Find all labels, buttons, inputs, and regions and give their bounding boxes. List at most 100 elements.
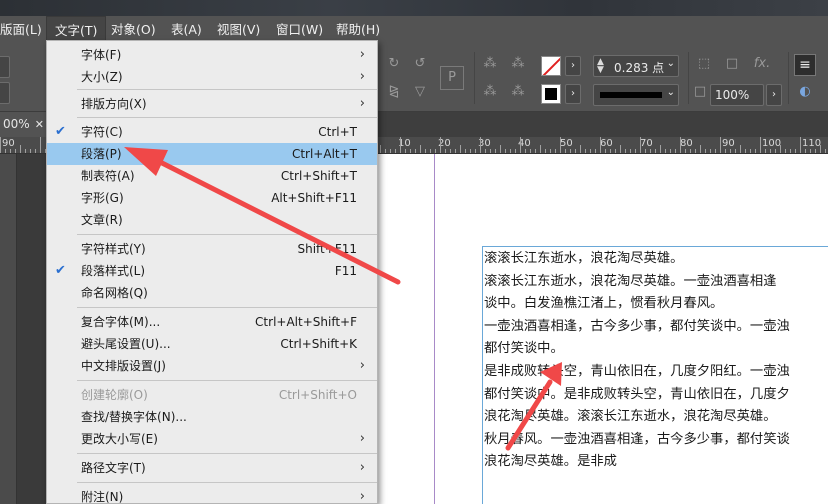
fill-dropdown-button[interactable]: › <box>565 56 581 76</box>
menu-item-shortcut: Ctrl+Shift+T <box>280 169 357 183</box>
text-line: 滚滚长江东逝水，浪花淘尽英雄。一壶浊酒喜相逢 <box>484 273 777 289</box>
type-menu-item[interactable]: 避头尾设置(U)... Ctrl+Shift+K <box>47 333 377 355</box>
stroke-weight-field[interactable]: ▲ ▼ 0.283 点 ⌄ <box>593 55 679 77</box>
ruler-label: 60 <box>600 138 613 149</box>
left-spinner-top[interactable] <box>0 56 10 78</box>
ruler-tick <box>740 145 741 153</box>
select-content-icon[interactable]: ⁂ <box>508 54 528 74</box>
menu-item-label: 复合字体(M)... <box>81 315 161 329</box>
select-next-icon[interactable]: ⁂ <box>508 82 528 102</box>
ruler-tick <box>25 149 26 153</box>
menu-item-shortcut: Ctrl+Alt+Shift+F <box>255 315 357 329</box>
select-prev-icon[interactable]: ⁂ <box>480 82 500 102</box>
frame-fitting-icon[interactable]: ⬚ <box>694 54 714 74</box>
menu-item-label: 字形(G) <box>81 191 124 205</box>
opacity-value: 100% <box>715 88 750 102</box>
chevron-down-icon[interactable]: ⌄ <box>667 58 675 69</box>
menu-item-label: 制表符(A) <box>81 169 135 183</box>
ruler-label: 50 <box>560 138 573 149</box>
type-menu-item[interactable]: 复合字体(M)... Ctrl+Alt+Shift+F <box>47 311 377 333</box>
menu-item-label: 创建轮廓(O) <box>81 388 148 402</box>
type-menu-item[interactable]: 排版方向(X) › <box>47 93 377 115</box>
left-spinner-bottom[interactable] <box>0 82 10 104</box>
fill-swatch-none[interactable] <box>541 56 561 76</box>
type-menu-item[interactable]: 命名网格(Q) <box>47 282 377 304</box>
submenu-chevron-icon: › <box>359 96 365 111</box>
margin-guide <box>434 154 435 504</box>
type-menu-item[interactable]: ✔ 字符(C) Ctrl+T <box>47 121 377 143</box>
ruler-tick <box>750 149 751 153</box>
square-icon[interactable]: □ <box>722 54 742 74</box>
ruler-tick <box>430 149 431 153</box>
type-menu-item[interactable]: 更改大小写(E) › <box>47 428 377 450</box>
stroke-swatch[interactable] <box>541 84 561 104</box>
ruler-tick <box>555 149 556 153</box>
ruler-tick <box>410 149 411 153</box>
fx-icon[interactable]: fx. <box>750 54 774 74</box>
document-tab[interactable]: 00% ✕ <box>0 112 48 137</box>
text-frame-content[interactable]: 滚滚长江东逝水，浪花淘尽英雄。 滚滚长江东逝水，浪花淘尽英雄。一壶浊酒喜相逢 谈中。… <box>484 248 828 474</box>
ruler-label: 80 <box>680 138 693 149</box>
type-menu-item[interactable]: 字形(G) Alt+Shift+F11 <box>47 187 377 209</box>
ruler-tick <box>405 149 406 153</box>
stroke-type-dropdown[interactable]: ⌄ <box>593 84 679 106</box>
type-menu-item[interactable]: 字体(F) › <box>47 44 377 66</box>
stroke-dropdown-button[interactable]: › <box>565 84 581 104</box>
opacity-dropdown-button[interactable]: › <box>766 84 782 106</box>
align-justify-icon[interactable]: ≡ <box>794 54 816 76</box>
ruler-tick <box>590 149 591 153</box>
ruler-tick <box>490 149 491 153</box>
ruler-tick <box>715 149 716 153</box>
ruler-tick <box>385 149 386 153</box>
ruler-tick <box>755 149 756 153</box>
ruler-tick <box>710 149 711 153</box>
ruler-tick <box>725 149 726 153</box>
text-line: 浪花淘尽英雄。滚滚长江东逝水，浪花淘尽英雄。 <box>484 409 777 425</box>
p-reference-icon: P <box>440 66 464 90</box>
rotate-icon[interactable]: ↻ <box>384 54 404 74</box>
type-menu-item[interactable]: 文章(R) <box>47 209 377 231</box>
select-container-icon[interactable]: ⁂ <box>480 54 500 74</box>
paragraph-style-icon[interactable]: ◐ <box>794 82 816 102</box>
ruler-tick <box>530 149 531 153</box>
ruler-tick <box>380 145 381 153</box>
ruler-tick <box>5 149 6 153</box>
type-menu-item[interactable]: 附注(N) › <box>47 486 377 503</box>
chevron-down-icon[interactable]: ⌄ <box>667 87 675 98</box>
ruler-tick <box>585 149 586 153</box>
type-menu-item[interactable]: 段落(P) Ctrl+Alt+T <box>47 143 377 165</box>
type-menu-item[interactable]: 查找/替换字体(N)... <box>47 406 377 428</box>
menu-item-label: 避头尾设置(U)... <box>81 337 171 351</box>
ruler-tick <box>795 149 796 153</box>
type-menu-item[interactable]: 路径文字(T) › <box>47 457 377 479</box>
opacity-square-icon: □ <box>693 84 707 99</box>
menu-item-label: 查找/替换字体(N)... <box>81 410 187 424</box>
vertical-ruler[interactable] <box>0 154 17 504</box>
ruler-tick <box>650 149 651 153</box>
ruler-tick <box>390 149 391 153</box>
ruler-tick <box>485 149 486 153</box>
stroke-weight-stepper-icon[interactable]: ▲ ▼ <box>597 58 604 75</box>
ruler-tick <box>515 149 516 153</box>
ruler-tick <box>500 145 501 153</box>
opacity-field[interactable]: 100% <box>710 84 764 106</box>
type-menu-item[interactable]: 制表符(A) Ctrl+Shift+T <box>47 165 377 187</box>
type-menu-item[interactable]: 字符样式(Y) Shift+F11 <box>47 238 377 260</box>
menu-item-label: 命名网格(Q) <box>81 286 148 300</box>
desktop-background <box>0 0 828 16</box>
checkmark-icon: ✔ <box>55 124 66 139</box>
menu-item-label: 路径文字(T) <box>81 461 146 475</box>
flip-vertical-icon[interactable]: ▽ <box>410 82 430 102</box>
ruler-tick <box>630 149 631 153</box>
type-menu-item[interactable]: 大小(Z) › <box>47 66 377 88</box>
rotate-ccw-icon[interactable]: ↺ <box>410 54 430 74</box>
menu-0[interactable]: 版面(L) <box>0 16 50 44</box>
ruler-tick <box>565 149 566 153</box>
close-icon[interactable]: ✕ <box>35 112 44 137</box>
ruler-tick <box>400 137 401 153</box>
type-menu-item[interactable]: 中文排版设置(J) › <box>47 355 377 377</box>
type-menu-item[interactable]: ✔ 段落样式(L) F11 <box>47 260 377 282</box>
ruler-tick <box>600 137 601 153</box>
flip-horizontal-icon[interactable]: ⧎ <box>384 82 404 102</box>
menu-item-shortcut: Shift+F11 <box>297 242 357 256</box>
